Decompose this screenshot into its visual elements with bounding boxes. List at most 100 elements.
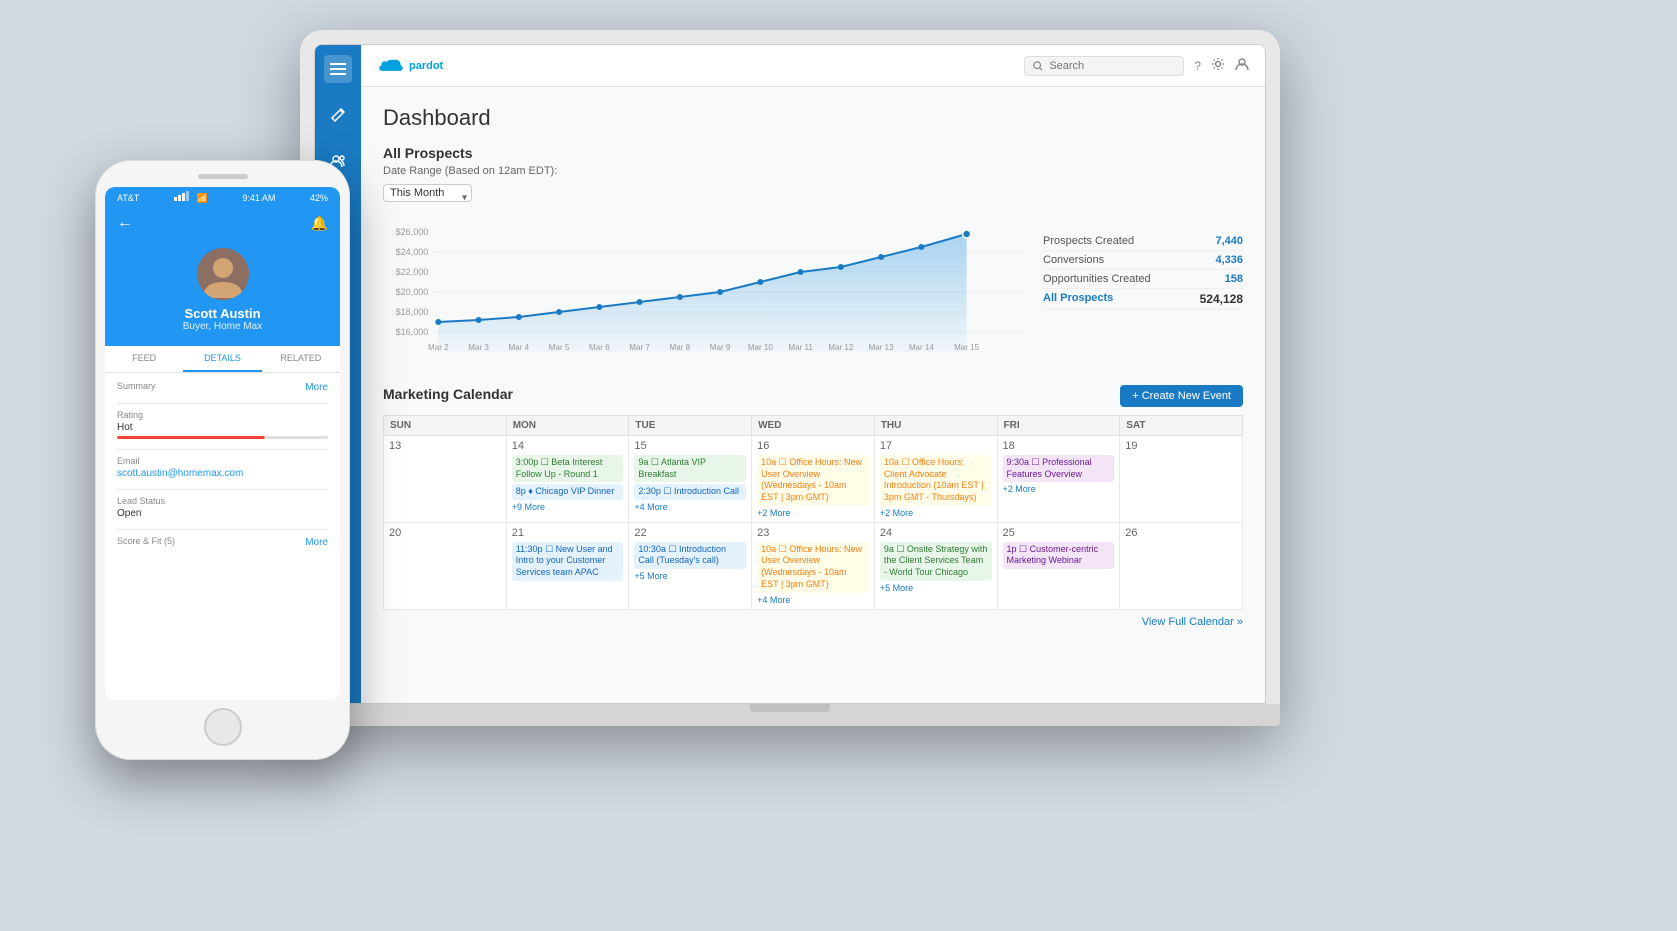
tab-feed[interactable]: FEED [105, 346, 183, 372]
phone-home-button[interactable] [204, 708, 242, 746]
topnav-actions: ? [1194, 57, 1249, 74]
user-name: Scott Austin [117, 306, 328, 321]
cal-header-fri: FRI [997, 416, 1120, 436]
svg-text:Mar 6: Mar 6 [589, 343, 610, 352]
create-event-button[interactable]: + Create New Event [1120, 385, 1243, 407]
cal-day-13: 13 [384, 436, 507, 523]
svg-text:Mar 7: Mar 7 [629, 343, 650, 352]
phone-carrier: AT&T [117, 193, 139, 203]
phone-screen: AT&T 📶 9:41 AM 42% ← 🔔 [105, 187, 340, 700]
settings-icon[interactable] [1211, 57, 1225, 74]
cal-event[interactable]: 11:30p ☐ New User and Intro to your Cust… [512, 542, 624, 581]
search-box[interactable] [1024, 56, 1184, 76]
phone-nav: ← 🔔 [105, 208, 340, 238]
sidebar-icon-edit[interactable] [324, 101, 352, 129]
tab-related[interactable]: RELATED [262, 346, 340, 372]
main-content: pardot ? [361, 45, 1265, 703]
cal-day-24: 24 9a ☐ Onsite Strategy with the Client … [874, 522, 997, 609]
back-button[interactable]: ← [117, 214, 133, 232]
cal-event[interactable]: 8p ♦ Chicago VIP Dinner [512, 484, 624, 500]
notification-bell[interactable]: 🔔 [311, 215, 328, 232]
svg-text:Mar 2: Mar 2 [428, 343, 449, 352]
svg-text:Mar 4: Mar 4 [509, 343, 530, 352]
tab-details[interactable]: DETAILS [183, 346, 261, 372]
divider [117, 529, 328, 530]
user-subtitle: Buyer, Home Max [117, 321, 328, 332]
cal-more[interactable]: +5 More [634, 571, 746, 581]
page-title: Dashboard [383, 105, 1243, 131]
cal-header-mon: MON [506, 416, 629, 436]
cal-event[interactable]: 10a ☐ Office Hours: Client Advocate Intr… [880, 455, 992, 506]
view-full-calendar-link[interactable]: View Full Calendar » [383, 616, 1243, 628]
cal-day-15: 15 9a ☐ Atlanta VIP Breakfast 2:30p ☐ In… [629, 436, 752, 523]
cal-more[interactable]: +9 More [512, 502, 624, 512]
email-value[interactable]: scott.austin@homemax.com [117, 468, 328, 479]
prospects-section: All Prospects Date Range (Based on 12am … [383, 145, 1243, 367]
prospects-chart: $26,000 $24,000 $22,000 $20,000 $18,000 … [383, 222, 1027, 367]
svg-text:Mar 8: Mar 8 [670, 343, 691, 352]
prospects-title: All Prospects [383, 145, 1243, 161]
cal-more[interactable]: +5 More [880, 583, 992, 593]
stat-row-all-prospects: All Prospects 524,128 [1043, 289, 1243, 310]
help-icon[interactable]: ? [1194, 59, 1201, 73]
cal-more[interactable]: +4 More [757, 595, 869, 605]
summary-more[interactable]: More [305, 382, 328, 393]
svg-text:Mar 11: Mar 11 [788, 343, 813, 352]
cal-header-thu: THU [874, 416, 997, 436]
svg-text:Mar 10: Mar 10 [748, 343, 774, 352]
phone-speaker [198, 174, 248, 179]
app-logo: pardot [377, 57, 443, 75]
svg-text:$20,000: $20,000 [396, 287, 429, 297]
svg-text:$26,000: $26,000 [396, 227, 429, 237]
cal-day-20: 20 [384, 522, 507, 609]
field-lead-status: Lead Status Open [117, 496, 328, 519]
cal-event[interactable]: 10a ☐ Office Hours: New User Overview (W… [757, 542, 869, 593]
date-range-label: Date Range (Based on 12am EDT): [383, 165, 1243, 177]
user-icon[interactable] [1235, 57, 1249, 74]
phone-status-bar: AT&T 📶 9:41 AM 42% [105, 187, 340, 208]
sidebar-icon-menu[interactable] [324, 55, 352, 83]
avatar [197, 248, 249, 300]
cal-event[interactable]: 9a ☐ Onsite Strategy with the Client Ser… [880, 542, 992, 581]
score-more[interactable]: More [305, 537, 328, 548]
field-summary: Summary More [117, 381, 328, 393]
cal-day-18: 18 9:30a ☐ Professional Features Overvie… [997, 436, 1120, 523]
calendar-title: Marketing Calendar [383, 386, 513, 402]
cal-day-25: 25 1p ☐ Customer-centric Marketing Webin… [997, 522, 1120, 609]
cal-event[interactable]: 10:30a ☐ Introduction Call (Tuesday's ca… [634, 542, 746, 569]
laptop-base [300, 704, 1280, 726]
svg-text:Mar 3: Mar 3 [468, 343, 489, 352]
chart-stats: Prospects Created 7,440 Conversions 4,33… [1043, 222, 1243, 367]
cal-day-17: 17 10a ☐ Office Hours: Client Advocate I… [874, 436, 997, 523]
cal-event[interactable]: 9a ☐ Atlanta VIP Breakfast [634, 455, 746, 482]
svg-text:$18,000: $18,000 [396, 307, 429, 317]
chart-area: $26,000 $24,000 $22,000 $20,000 $18,000 … [383, 222, 1243, 367]
phone-signal: 📶 [174, 191, 208, 204]
stat-row-opportunities: Opportunities Created 158 [1043, 270, 1243, 289]
date-range-select[interactable]: This Month Last Month Last 7 Days Last 3… [383, 184, 472, 202]
svg-text:$24,000: $24,000 [396, 247, 429, 257]
laptop-screen: pardot ? [314, 44, 1266, 704]
cal-day-26: 26 [1120, 522, 1243, 609]
svg-text:$16,000: $16,000 [396, 327, 429, 337]
field-email: Email scott.austin@homemax.com [117, 456, 328, 479]
cal-more[interactable]: +2 More [757, 508, 869, 518]
cal-event[interactable]: 9:30a ☐ Professional Features Overview [1003, 455, 1115, 482]
cal-header-wed: WED [752, 416, 875, 436]
cal-more[interactable]: +2 More [880, 508, 992, 518]
rating-bar [117, 436, 328, 439]
svg-text:$22,000: $22,000 [396, 267, 429, 277]
stat-row-prospects-created: Prospects Created 7,440 [1043, 232, 1243, 251]
cal-more[interactable]: +4 More [634, 502, 746, 512]
cal-event[interactable]: 10a ☐ Office Hours: New User Overview (W… [757, 455, 869, 506]
cal-day-14: 14 3:00p ☐ Beta Interest Follow Up - Rou… [506, 436, 629, 523]
cal-event[interactable]: 2:30p ☐ Introduction Call [634, 484, 746, 500]
cal-header-sun: SUN [384, 416, 507, 436]
calendar-week-2: 20 21 11:30p ☐ New User and Intro to you… [384, 522, 1243, 609]
phone-profile: Scott Austin Buyer, Home Max [105, 238, 340, 346]
cal-more[interactable]: +2 More [1003, 484, 1115, 494]
cal-header-sat: SAT [1120, 416, 1243, 436]
cal-event[interactable]: 1p ☐ Customer-centric Marketing Webinar [1003, 542, 1115, 569]
search-input[interactable] [1049, 60, 1169, 72]
cal-event[interactable]: 3:00p ☐ Beta Interest Follow Up - Round … [512, 455, 624, 482]
